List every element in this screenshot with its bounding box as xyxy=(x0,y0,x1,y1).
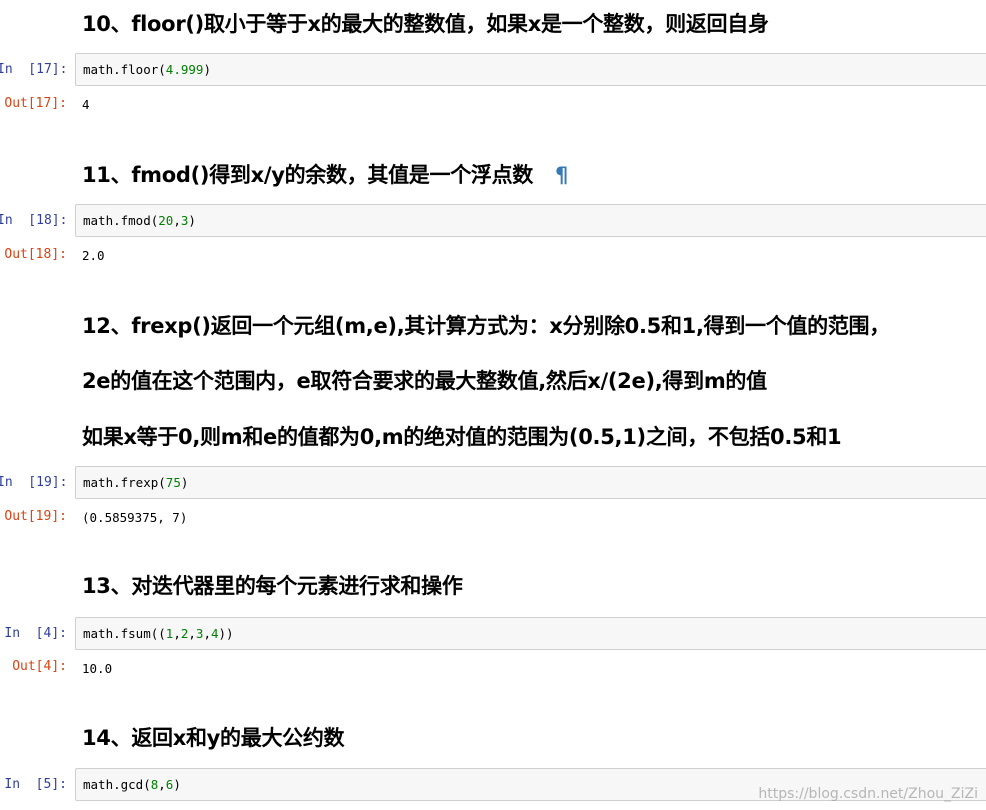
section-11-heading: 11、fmod()得到x/y的余数，其值是一个浮点数 ¶ xyxy=(82,159,568,189)
section-10-heading: 10、floor()取小于等于x的最大的整数值，如果x是一个整数，则返回自身 xyxy=(82,12,769,36)
code-arg: 4.999 xyxy=(165,62,204,77)
pilcrow-icon[interactable]: ¶ xyxy=(555,163,568,187)
code-close: )) xyxy=(218,626,234,641)
section-13-heading: 13、对迭代器里的每个元素进行求和操作 xyxy=(82,574,463,598)
code-arg: 75 xyxy=(165,475,181,490)
code-call: math.floor( xyxy=(83,62,166,77)
output-19: (0.5859375, 7) xyxy=(82,510,188,525)
code-arg: 2 xyxy=(180,626,189,641)
input-prompt-4: In [4]: xyxy=(4,626,67,641)
code-arg: 3 xyxy=(195,626,204,641)
code-cell-18[interactable]: math.fmod(20,3) xyxy=(75,204,986,237)
code-line[interactable]: math.fmod(20,3) xyxy=(83,213,196,228)
watermark: https://blog.csdn.net/Zhou_ZiZi xyxy=(758,786,978,802)
code-arg: 1 xyxy=(165,626,174,641)
code-call: math.fsum(( xyxy=(83,626,166,641)
output-prompt-18: Out[18]: xyxy=(4,247,67,262)
code-line[interactable]: math.fsum((1,2,3,4)) xyxy=(83,626,234,641)
input-prompt-18: In [18]: xyxy=(0,213,68,228)
code-arg: 4 xyxy=(210,626,219,641)
code-close: ) xyxy=(180,475,189,490)
code-call: math.frexp( xyxy=(83,475,166,490)
code-arg: 20 xyxy=(158,213,174,228)
code-call: math.gcd( xyxy=(83,777,151,792)
input-prompt-19: In [19]: xyxy=(0,475,68,490)
input-prompt-17: In [17]: xyxy=(0,62,68,77)
code-cell-17[interactable]: math.floor(4.999) xyxy=(75,53,986,86)
section-12-heading-line-1: 12、frexp()返回一个元组(m,e),其计算方式为：x分别除0.5和1,得… xyxy=(82,314,890,338)
output-prompt-19: Out[19]: xyxy=(4,509,67,524)
code-cell-19[interactable]: math.frexp(75) xyxy=(75,466,986,499)
section-11-heading-text: 11、fmod()得到x/y的余数，其值是一个浮点数 xyxy=(82,163,533,187)
section-12-heading-line-2: 2e的值在这个范围内，e取符合要求的最大整数值,然后x/(2e),得到m的值 xyxy=(82,369,767,393)
section-12-heading-line-3: 如果x等于0,则m和e的值都为0,m的绝对值的范围为(0.5,1)之间，不包括0… xyxy=(82,425,842,449)
code-arg: 8 xyxy=(150,777,159,792)
code-cell-4[interactable]: math.fsum((1,2,3,4)) xyxy=(75,617,986,650)
output-17: 4 xyxy=(82,97,90,112)
code-line[interactable]: math.gcd(8,6) xyxy=(83,777,181,792)
code-line[interactable]: math.floor(4.999) xyxy=(83,62,211,77)
code-close: ) xyxy=(188,213,196,228)
output-4: 10.0 xyxy=(82,661,113,676)
code-close: ) xyxy=(203,62,211,77)
output-18: 2.0 xyxy=(82,248,105,263)
section-14-heading: 14、返回x和y的最大公约数 xyxy=(82,726,345,750)
code-line[interactable]: math.frexp(75) xyxy=(83,475,188,490)
code-call: math.fmod( xyxy=(83,213,159,228)
output-prompt-17: Out[17]: xyxy=(4,96,67,111)
input-prompt-5: In [5]: xyxy=(4,777,67,792)
output-prompt-4: Out[4]: xyxy=(12,659,67,674)
code-close: ) xyxy=(173,777,181,792)
